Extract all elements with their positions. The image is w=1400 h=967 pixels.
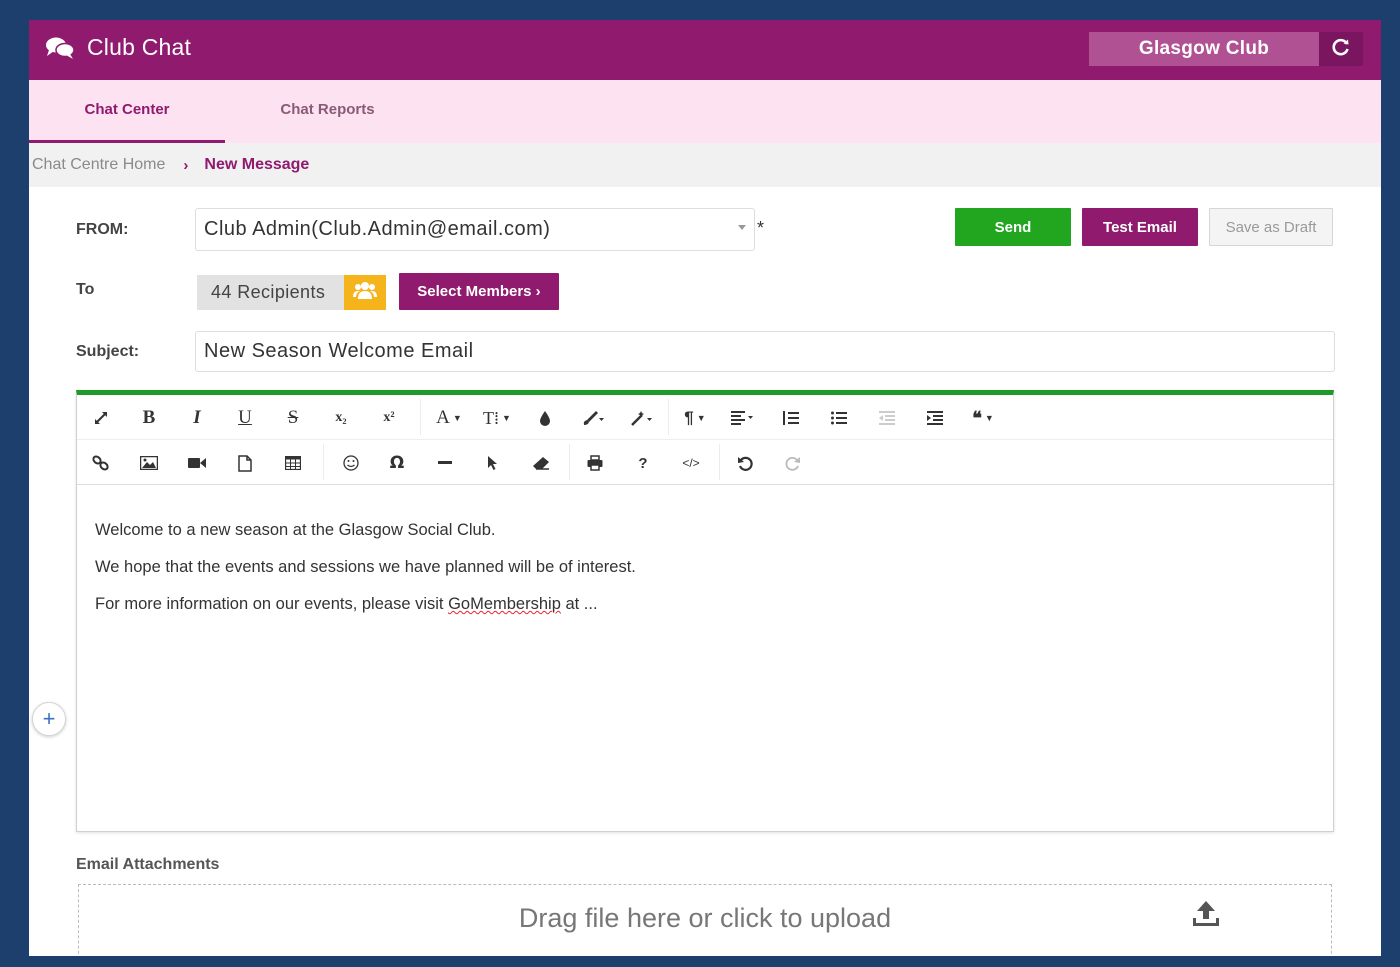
select-members-button[interactable]: Select Members › <box>399 273 559 310</box>
subject-input[interactable]: New Season Welcome Email <box>195 331 1335 372</box>
save-draft-button[interactable]: Save as Draft <box>1209 208 1333 246</box>
breadcrumb-current: New Message <box>204 156 310 173</box>
code-view-icon[interactable]: </> <box>667 443 715 483</box>
italic-icon[interactable]: I <box>173 398 221 438</box>
image-icon[interactable] <box>125 443 173 483</box>
outdent-icon[interactable] <box>863 398 911 438</box>
send-button[interactable]: Send <box>955 208 1071 246</box>
chevron-down-icon <box>738 225 746 230</box>
select-all-icon[interactable] <box>469 443 517 483</box>
refresh-icon <box>1331 37 1351 62</box>
dropzone-text: Drag file here or click to upload <box>518 903 892 933</box>
bold-icon[interactable]: B <box>125 398 173 438</box>
font-size-icon[interactable]: T⁞ ▼ <box>473 398 521 438</box>
quote-glyph: ❝ <box>972 407 982 428</box>
editor-line-3: For more information on our events, plea… <box>95 594 1313 614</box>
from-select-value: Club Admin(Club.Admin@email.com) <box>204 218 551 240</box>
editor-line-1: Welcome to a new season at the Glasgow S… <box>95 521 496 539</box>
dropdown-caret-icon: ▼ <box>452 413 462 423</box>
emoji-icon[interactable] <box>327 443 375 483</box>
quote-icon[interactable]: ❝ ▼ <box>959 398 1007 438</box>
dropdown-caret-icon: ▼ <box>502 413 511 423</box>
recipients-group-button[interactable] <box>344 275 386 310</box>
upload-icon <box>1191 899 1221 934</box>
font-size-glyph: T⁞ <box>483 407 500 428</box>
align-icon[interactable] <box>719 398 767 438</box>
tab-bar: Chat Center Chat Reports <box>29 80 1381 143</box>
paragraph-glyph: ¶ <box>684 408 694 427</box>
indent-icon[interactable] <box>911 398 959 438</box>
dropdown-caret-icon: ▼ <box>984 413 994 423</box>
app-title-group: Club Chat <box>45 34 191 61</box>
magic-wand-icon[interactable] <box>617 398 665 438</box>
font-color-icon[interactable]: A ▼ <box>425 398 473 438</box>
help-icon[interactable]: ? <box>619 443 667 483</box>
toolbar-separator <box>668 399 669 435</box>
file-icon[interactable] <box>221 443 269 483</box>
dropdown-caret-icon: ▼ <box>696 413 706 423</box>
expand-icon[interactable] <box>77 398 125 438</box>
editor-line-3-suffix: at ... <box>560 595 598 613</box>
breadcrumb-home-link[interactable]: Chat Centre Home <box>32 156 165 174</box>
from-select[interactable]: Club Admin(Club.Admin@email.com) <box>195 208 755 251</box>
test-email-button[interactable]: Test Email <box>1082 208 1198 246</box>
editor-line-2: We hope that the events and sessions we … <box>95 558 636 576</box>
paint-brush-icon[interactable] <box>569 398 617 438</box>
ordered-list-icon[interactable] <box>767 398 815 438</box>
paragraph-icon[interactable]: ¶ ▼ <box>671 398 719 438</box>
video-icon[interactable] <box>173 443 221 483</box>
from-label: FROM: <box>76 221 129 238</box>
subscript-icon[interactable]: x₂ <box>317 398 365 438</box>
attachments-label: Email Attachments <box>76 856 220 873</box>
top-bar: Club Chat Glasgow Club <box>29 20 1381 80</box>
horizontal-rule-icon[interactable] <box>421 443 469 483</box>
app-title: Club Chat <box>87 34 192 60</box>
unordered-list-icon[interactable] <box>815 398 863 438</box>
plus-icon: + <box>42 706 56 731</box>
add-block-button[interactable]: + <box>32 702 66 736</box>
breadcrumb: Chat Centre Home › New Message <box>29 143 1381 187</box>
to-label: To <box>76 281 95 298</box>
misspelled-word: GoMembership <box>448 595 561 613</box>
font-color-glyph: A <box>436 407 450 428</box>
strikethrough-icon[interactable]: S <box>269 398 317 438</box>
toolbar-separator <box>323 444 324 480</box>
file-dropzone[interactable]: Drag file here or click to upload <box>78 884 1332 956</box>
eraser-icon[interactable] <box>517 443 565 483</box>
chat-bubbles-icon <box>45 35 75 61</box>
editor-toolbar-row-2: Ω ? </> <box>77 440 1333 485</box>
editor-line-3-text: For more information on our events, plea… <box>95 595 449 613</box>
users-group-icon <box>353 280 377 305</box>
app-window: Club Chat Glasgow Club Chat Center Chat … <box>29 20 1381 956</box>
table-icon[interactable] <box>269 443 317 483</box>
chevron-right-icon: › <box>183 156 189 174</box>
rich-text-editor: B I U S x₂ x² A ▼ T⁞ ▼ ¶ ▼ ❝ ▼ Ω ? </> W… <box>76 390 1334 832</box>
tab-chat-reports[interactable]: Chat Reports <box>225 80 430 143</box>
editor-content[interactable]: Welcome to a new season at the Glasgow S… <box>95 520 1313 631</box>
print-icon[interactable] <box>571 443 619 483</box>
refresh-button[interactable] <box>1319 32 1363 66</box>
toolbar-separator <box>569 444 570 480</box>
toolbar-separator <box>420 399 421 435</box>
subject-label: Subject: <box>76 343 140 360</box>
toolbar-separator <box>719 444 720 480</box>
tab-chat-center[interactable]: Chat Center <box>29 80 225 143</box>
special-char-icon[interactable]: Ω <box>373 443 421 483</box>
recipients-count: 44 Recipients <box>197 275 344 310</box>
undo-icon[interactable] <box>721 443 769 483</box>
superscript-icon[interactable]: x² <box>365 398 413 438</box>
color-drop-icon[interactable] <box>521 398 569 438</box>
underline-icon[interactable]: U <box>221 398 269 438</box>
club-selector[interactable]: Glasgow Club <box>1089 32 1319 66</box>
link-icon[interactable] <box>77 443 125 483</box>
editor-toolbar-row-1: B I U S x₂ x² A ▼ T⁞ ▼ ¶ ▼ ❝ ▼ <box>77 395 1333 440</box>
required-marker: * <box>757 218 765 238</box>
redo-icon[interactable] <box>769 443 817 483</box>
